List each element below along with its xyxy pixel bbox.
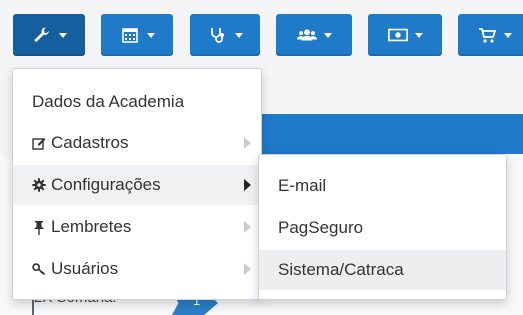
submenu-item-label: Sistema/Catraca — [278, 260, 404, 279]
chevron-right-icon — [244, 263, 251, 275]
stethoscope-icon — [208, 25, 228, 45]
chevron-right-icon — [244, 137, 251, 149]
submenu-item-email[interactable]: E-mail — [259, 166, 506, 206]
chevron-down-icon — [234, 32, 243, 38]
edit-icon — [32, 135, 46, 151]
menu-item-label: Cadastros — [51, 133, 129, 152]
menu-item-label: Lembretes — [51, 217, 132, 236]
wrench-icon — [32, 25, 52, 45]
menu-item-label: Dados da Academia — [32, 92, 185, 111]
cart-icon — [477, 25, 497, 45]
finance-menu-button[interactable] — [368, 14, 442, 56]
submenu-item-label: E-mail — [278, 176, 327, 195]
submenu-item-sistema-catraca[interactable]: Sistema/Catraca — [259, 250, 506, 290]
menu-item-lembretes[interactable]: Lembretes — [13, 207, 261, 247]
chevron-right-icon — [244, 221, 251, 233]
calendar-menu-button[interactable] — [101, 14, 173, 56]
health-menu-button[interactable] — [190, 14, 260, 56]
cart-menu-button[interactable] — [458, 14, 523, 56]
users-icon — [296, 25, 317, 45]
money-icon — [387, 25, 408, 45]
chevron-down-icon — [414, 32, 423, 38]
menu-item-label: Configurações — [51, 175, 161, 194]
menu-item-label: Usuários — [51, 259, 119, 278]
users-menu-button[interactable] — [276, 14, 352, 56]
chevron-down-icon — [58, 32, 67, 38]
chevron-down-icon — [503, 32, 512, 38]
key-icon — [32, 261, 46, 277]
chevron-down-icon — [323, 32, 332, 38]
menu-item-usuarios[interactable]: Usuários — [13, 249, 261, 289]
cog-icon — [32, 177, 46, 193]
pin-icon — [32, 219, 46, 235]
calendar-icon — [120, 25, 140, 45]
menu-item-cadastros[interactable]: Cadastros — [13, 123, 261, 163]
menu-item-configuracoes[interactable]: Configurações — [13, 165, 261, 205]
content-header-bar — [255, 114, 523, 154]
menu-item-dados-da-academia[interactable]: Dados da Academia — [13, 82, 261, 122]
submenu-item-pagseguro[interactable]: PagSeguro — [259, 208, 506, 248]
toolbar — [0, 0, 523, 70]
chevron-right-icon — [244, 179, 251, 191]
configuracoes-submenu: E-mail PagSeguro Sistema/Catraca — [258, 154, 507, 300]
chevron-down-icon — [146, 32, 155, 38]
tools-menu-button[interactable] — [13, 14, 85, 56]
tools-dropdown-menu: Dados da Academia Cadastros Configuraçõe… — [12, 68, 262, 300]
submenu-item-label: PagSeguro — [278, 218, 364, 237]
